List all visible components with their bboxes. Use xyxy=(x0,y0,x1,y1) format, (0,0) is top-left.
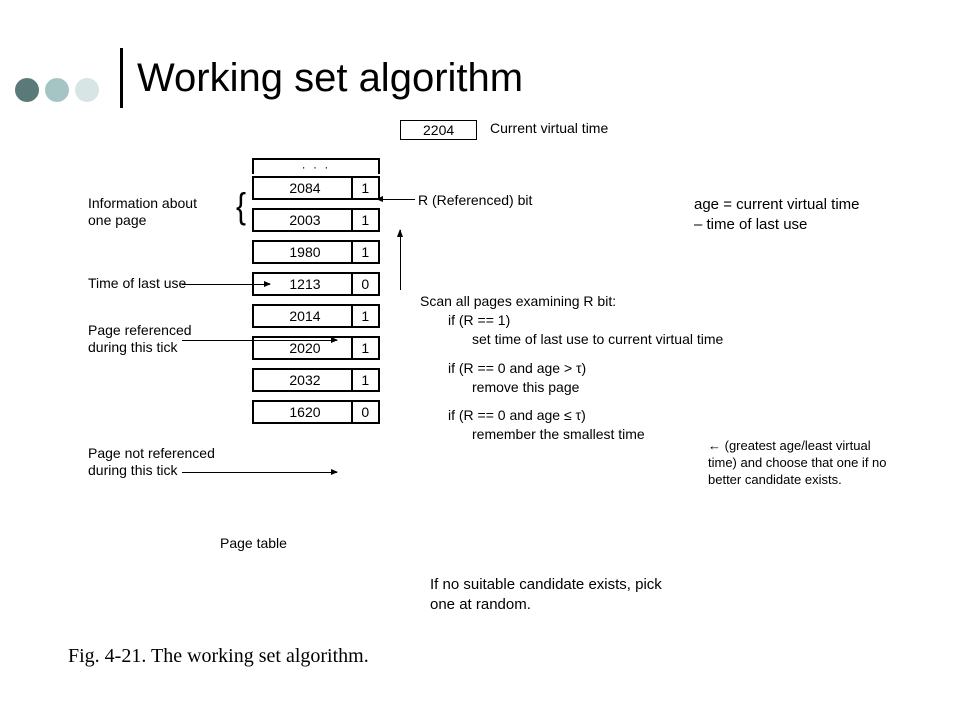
cell-r-bit: 0 xyxy=(353,274,378,294)
table-row: 12130 xyxy=(252,272,380,296)
table-row: 16200 xyxy=(252,400,380,424)
bullet-dot xyxy=(75,78,99,102)
bullet-dot xyxy=(15,78,39,102)
algo-action-2: remove this page xyxy=(472,378,723,397)
cell-time: 2003 xyxy=(254,210,353,230)
table-row: 20841 xyxy=(252,176,380,200)
bullet-dot xyxy=(45,78,69,102)
algo-action-3: remember the smallest time xyxy=(472,425,723,444)
arrow-icon xyxy=(182,284,270,285)
cell-time: 2084 xyxy=(254,178,353,198)
arrow-icon xyxy=(182,340,337,341)
cell-r-bit: 1 xyxy=(353,306,378,326)
cell-r-bit: 1 xyxy=(353,242,378,262)
label-information: Information about one page xyxy=(88,195,197,229)
cell-r-bit: 1 xyxy=(353,338,378,358)
table-row: 20141 xyxy=(252,304,380,328)
slide-bullets xyxy=(15,78,99,102)
algo-cond-3: if (R == 0 and age ≤ τ) xyxy=(448,406,723,425)
age-definition: age = current virtual time – time of las… xyxy=(694,195,864,234)
cell-r-bit: 1 xyxy=(353,178,378,198)
cell-r-bit: 1 xyxy=(353,210,378,230)
cell-time: 1620 xyxy=(254,402,353,422)
label-page-table: Page table xyxy=(220,535,287,551)
cell-r-bit: 0 xyxy=(353,402,378,422)
label-time-of-last-use: Time of last use xyxy=(88,275,186,292)
cell-time: 2014 xyxy=(254,306,353,326)
table-row: 19801 xyxy=(252,240,380,264)
table-row: 20031 xyxy=(252,208,380,232)
extra-note: ← (greatest age/least virtual time) and … xyxy=(708,438,893,489)
brace-icon: { xyxy=(236,187,246,228)
algorithm-text: Scan all pages examining R bit: if (R ==… xyxy=(420,292,723,444)
table-top: · · · xyxy=(252,158,380,174)
slide-title: Working set algorithm xyxy=(137,56,523,101)
vertical-dots-icon: · · · xyxy=(254,160,378,174)
cell-time: 2032 xyxy=(254,370,353,390)
title-bar: Working set algorithm xyxy=(120,48,523,108)
r-bit-pointer-line xyxy=(380,199,415,200)
page-table-diagram: · · · 20841 20031 19801 12130 20141 2020… xyxy=(252,158,380,424)
r-bit-label: R (Referenced) bit xyxy=(418,192,532,208)
algo-action-1: set time of last use to current virtual … xyxy=(472,330,723,349)
current-virtual-time-label: Current virtual time xyxy=(490,120,608,136)
figure-caption: Fig. 4-21. The working set algorithm. xyxy=(68,645,369,668)
cell-time: 1980 xyxy=(254,242,353,262)
table-row: 20321 xyxy=(252,368,380,392)
algo-scan: Scan all pages examining R bit: xyxy=(420,292,723,311)
algo-cond-2: if (R == 0 and age > τ) xyxy=(448,359,723,378)
algo-cond-1: if (R == 1) xyxy=(448,311,723,330)
current-virtual-time-box: 2204 xyxy=(400,120,477,140)
no-suitable-note: If no suitable candidate exists, pick on… xyxy=(430,575,690,614)
label-page-referenced: Page referenced during this tick xyxy=(88,322,192,356)
arrow-icon xyxy=(182,472,337,473)
arrow-left-icon xyxy=(376,196,383,202)
scan-arrow-icon xyxy=(400,230,401,290)
label-page-not-referenced: Page not referenced during this tick xyxy=(88,445,215,479)
cell-r-bit: 1 xyxy=(353,370,378,390)
